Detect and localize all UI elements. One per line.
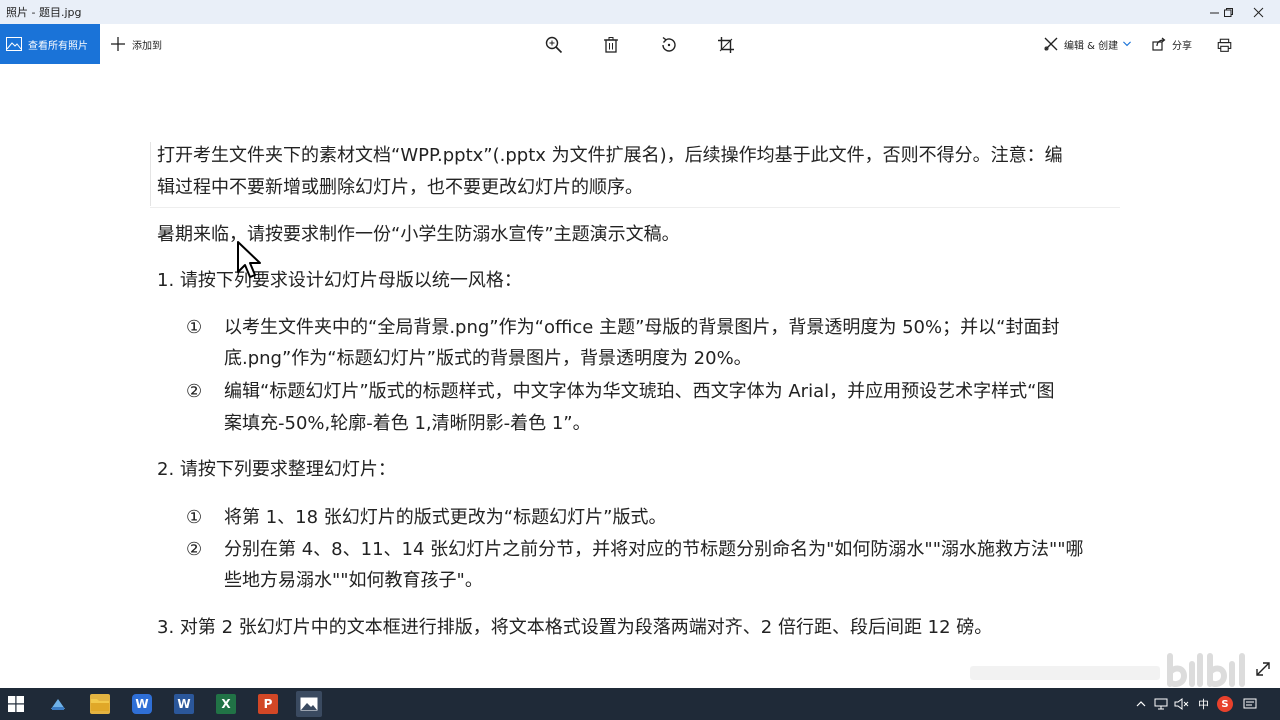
sogou-ime-icon[interactable]: S [1217,696,1233,712]
zoom-icon [545,36,563,54]
powerpoint-glyph: P [263,697,273,711]
excel-app[interactable]: X [216,694,236,714]
share-button[interactable]: 分享 [1152,24,1192,64]
cortana-icon [51,699,65,710]
marker-1-1: ① [186,317,203,338]
task-2-2-line-2: 些地方易溺水""如何教育孩子"。 [224,570,483,591]
zoom-button[interactable] [543,34,565,56]
chevron-down-icon [1123,41,1132,47]
photos-app[interactable] [296,691,322,717]
edit-create-label: 编辑 & 创建 [1064,40,1119,52]
task-3-heading: 3. 对第 2 张幻灯片中的文本框进行排版，将文本格式设置为段落两端对齐、2 倍… [157,617,993,638]
task-1-1-line-2: 底.png”作为“标题幻灯片”版式的背景图片，背景透明度为 20%。 [224,348,752,369]
window-title: 照片 - 题目.jpg [6,6,82,19]
photo-gallery-icon [6,37,22,51]
excel-glyph: X [221,697,231,711]
task-1-heading: 1. 请按下列要求设计幻灯片母版以统一风格： [157,270,522,291]
delete-button[interactable] [600,34,622,56]
crop-button[interactable] [715,34,737,56]
powerpoint-app[interactable]: P [258,694,278,714]
ime-indicator[interactable]: 中 [1198,696,1209,712]
border-line [150,207,1120,208]
rotate-button[interactable] [658,34,680,56]
marker-1-2: ② [186,381,203,402]
edit-create-button[interactable]: 编辑 & 创建 [1044,24,1132,64]
task-view-button[interactable] [46,692,70,716]
wps-writer-glyph: W [135,697,149,711]
system-tray: 中 S [1136,688,1257,720]
tray-chevron-up-icon[interactable] [1136,699,1146,709]
view-all-photos-button[interactable]: 查看所有照片 [0,24,100,64]
folder-icon [91,699,109,711]
word-app[interactable]: W [174,694,194,714]
app-toolbar: 查看所有照片 添加到 编辑 & 创建 分享 [0,24,1280,64]
marker-2-1: ① [186,507,203,528]
notification-icon[interactable] [1243,697,1257,711]
print-button[interactable] [1213,34,1235,56]
close-button[interactable] [1236,0,1280,24]
photo-viewer-canvas[interactable]: 打开考生文件夹下的素材文档“WPP.pptx”(.pptx 为文件扩展名)，后续… [0,64,1280,688]
volume-muted-icon[interactable] [1174,698,1190,710]
share-icon [1152,37,1166,51]
edit-create-icon [1044,37,1058,51]
close-icon [1253,7,1263,17]
add-to-button[interactable]: 添加到 [110,24,162,64]
restore-icon [1223,7,1233,17]
rotate-icon [662,36,676,52]
photos-icon [300,697,318,711]
intro-line-1: 打开考生文件夹下的素材文档“WPP.pptx”(.pptx 为文件扩展名)，后续… [157,145,1063,166]
task-2-heading: 2. 请按下列要求整理幻灯片： [157,459,396,480]
word-glyph: W [177,697,191,711]
border-mark [150,142,151,206]
task-1-2-line-2: 案填充-50%,轮廓-着色 1,清晰阴影-着色 1”。 [224,413,591,434]
delete-icon [604,37,618,53]
mouse-cursor-icon [237,241,261,278]
task-2-2-line-1: 分别在第 4、8、11、14 张幻灯片之前分节，并将对应的节标题分别命名为"如何… [224,539,1084,560]
task-1-1-line-1: 以考生文件夹中的“全局背景.png”作为“office 主题”母版的背景图片，背… [224,317,1060,338]
network-icon[interactable] [1154,698,1168,710]
file-explorer-app[interactable] [90,694,110,714]
start-button[interactable] [4,692,28,716]
add-to-label: 添加到 [132,40,162,52]
title-bar: 照片 - 题目.jpg [0,0,1280,24]
marker-2-2: ② [186,539,203,560]
view-all-label: 查看所有照片 [28,40,88,52]
intro-line-2: 辑过程中不要新增或删除幻灯片，也不要更改幻灯片的顺序。 [157,177,643,198]
bilibili-watermark-logo [970,653,1245,687]
fullscreen-expand-icon[interactable] [1254,660,1272,678]
task-2-1-line: 将第 1、18 张幻灯片的版式更改为“标题幻灯片”版式。 [224,507,667,528]
windows-taskbar: W W X P 中 S [0,688,1280,720]
print-icon [1217,38,1231,52]
share-label: 分享 [1172,40,1192,52]
plus-icon [111,37,125,51]
task-1-2-line-1: 编辑“标题幻灯片”版式的标题样式，中文字体为华文琥珀、西文字体为 Arial，并… [224,381,1055,402]
crop-icon [718,37,734,53]
wps-writer-app[interactable]: W [132,694,152,714]
windows-logo-icon [8,696,24,712]
